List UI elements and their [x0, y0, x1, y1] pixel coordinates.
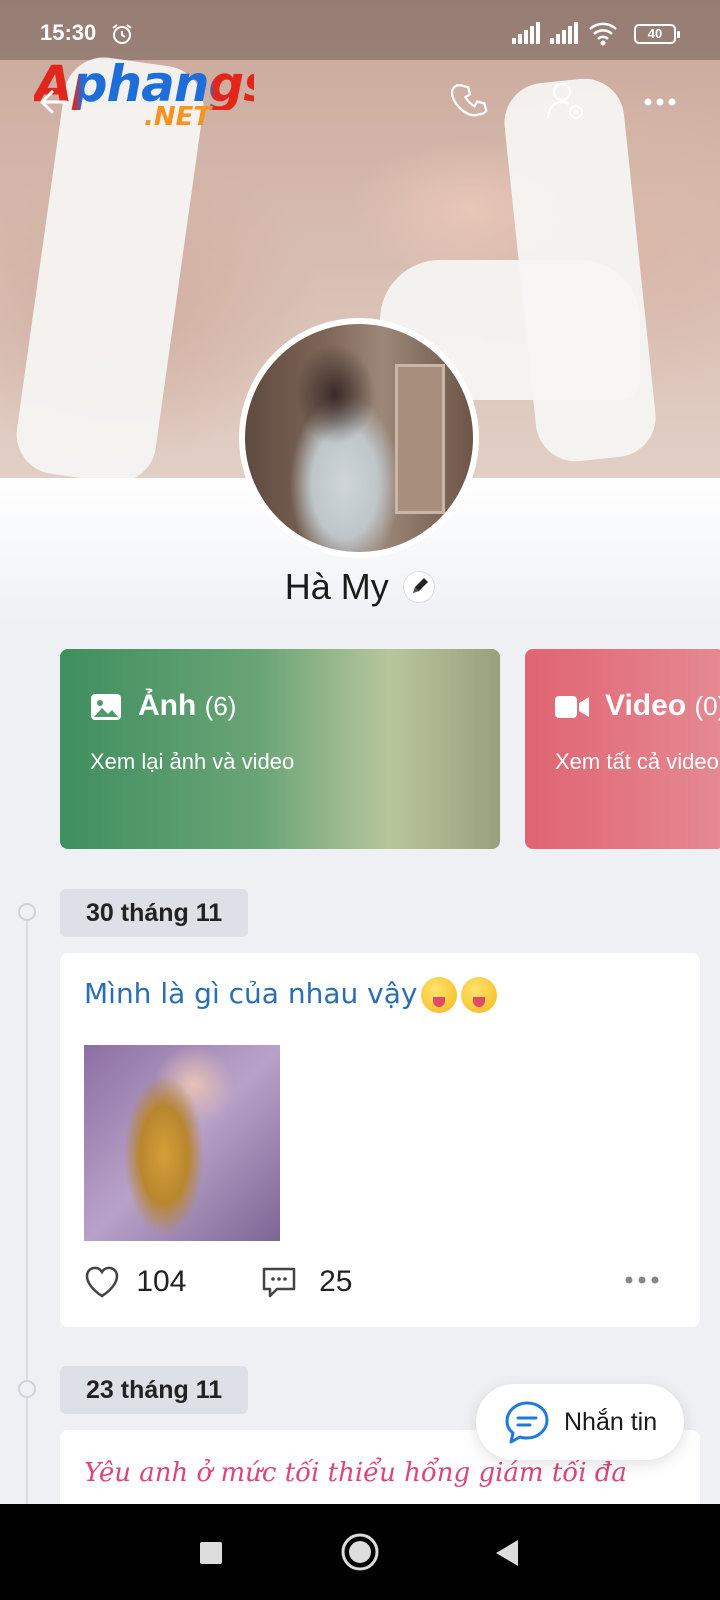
edit-name-button[interactable] [403, 571, 436, 603]
post-text-content: Mình là gì của nhau vậy [84, 977, 418, 1010]
signal-icon-2 [550, 22, 578, 44]
heart-icon [85, 1266, 119, 1298]
timeline-dot [18, 903, 36, 921]
post-date: 30 tháng 11 [60, 889, 249, 937]
profile-settings-icon[interactable] [544, 80, 588, 124]
message-button-label: Nhắn tin [564, 1408, 658, 1436]
comment-count: 25 [319, 1264, 353, 1298]
message-button[interactable]: Nhắn tin [476, 1384, 684, 1460]
status-time: 15:30 [40, 20, 97, 45]
comment-icon [262, 1267, 295, 1297]
yum-emoji-icon [421, 977, 458, 1013]
alarm-icon [112, 24, 132, 44]
more-options-icon[interactable] [638, 80, 682, 124]
videos-card-title: Video (0) [605, 689, 720, 723]
avatar-photo-detail [395, 364, 445, 514]
post-text-content: Yêu anh ở mức tối thiểu hổng giám tối đa [84, 1458, 627, 1488]
photos-card-subtitle: Xem lại ảnh và video [90, 749, 295, 774]
yum-emoji-icon [461, 977, 498, 1013]
videos-card[interactable]: Video (0) Xem tất cả video [525, 649, 720, 849]
videos-label: Video [605, 689, 687, 722]
photos-label: Ảnh [138, 689, 197, 722]
timeline-line [26, 912, 28, 1512]
like-button[interactable]: 104 [84, 1264, 186, 1299]
back-triangle-icon[interactable] [494, 1538, 520, 1568]
videos-card-subtitle: Xem tất cả video [555, 749, 719, 774]
chat-bubble-icon [505, 1401, 549, 1444]
post-actions: 104 25 [84, 1263, 352, 1303]
home-icon[interactable] [340, 1532, 380, 1572]
recents-icon[interactable] [198, 1540, 224, 1566]
pencil-icon [413, 578, 429, 593]
photos-card-title: Ảnh (6) [138, 689, 236, 723]
status-bar: 15:30 40 [0, 0, 720, 60]
video-camera-icon [555, 696, 589, 718]
post-text: Mình là gì của nhau vậy [84, 977, 498, 1013]
avatar[interactable] [239, 318, 479, 558]
profile-name: Hà My [284, 566, 389, 607]
like-count: 104 [136, 1264, 187, 1298]
signal-icon [512, 22, 540, 44]
image-icon [91, 694, 121, 720]
post-date: 23 tháng 11 [60, 1366, 249, 1414]
videos-count: (0) [694, 691, 720, 721]
system-navigation-bar [0, 1504, 720, 1600]
profile-name-row: Hà My [0, 566, 720, 616]
comment-button[interactable]: 25 [261, 1264, 353, 1299]
post-card[interactable]: Mình là gì của nhau vậy 104 25 [60, 953, 700, 1327]
post-photo[interactable] [84, 1045, 280, 1241]
timeline-dot [18, 1380, 36, 1398]
battery-indicator: 40 [634, 24, 680, 44]
photos-count: (6) [204, 691, 237, 721]
logo-domain: .NET [144, 102, 212, 132]
wifi-icon [589, 22, 617, 46]
phone-icon[interactable] [450, 80, 494, 124]
post-more-icon[interactable] [624, 1275, 660, 1285]
photos-card[interactable]: Ảnh (6) Xem lại ảnh và video [60, 649, 500, 849]
back-arrow-icon[interactable] [36, 84, 72, 120]
